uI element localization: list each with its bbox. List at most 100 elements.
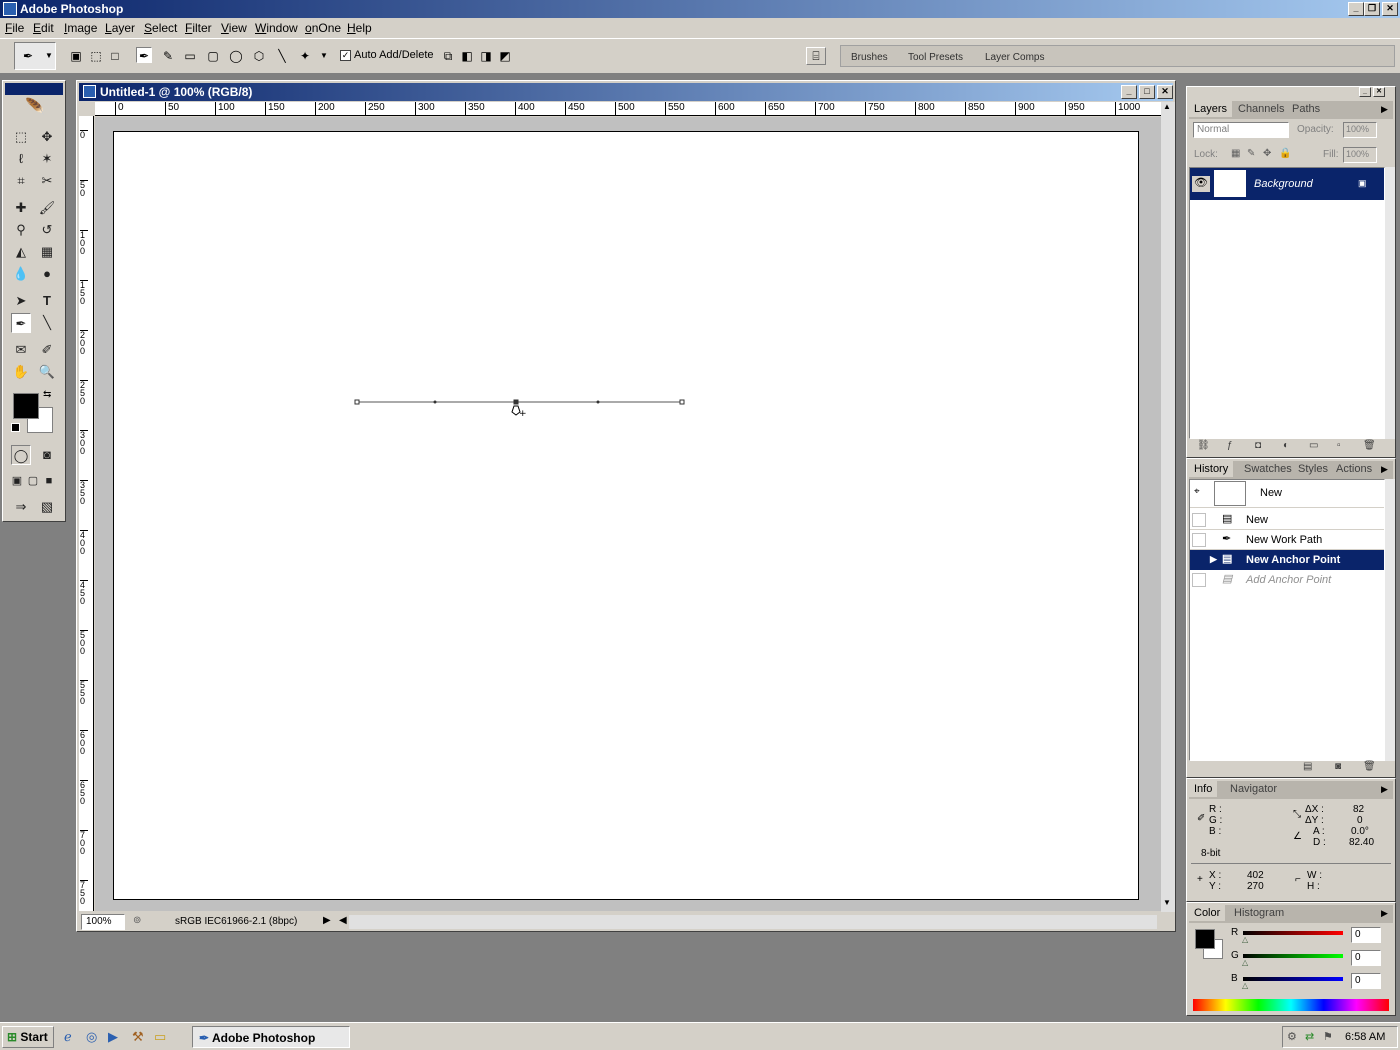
panel-menu-icon[interactable]: ▶ (1381, 908, 1388, 919)
color-foreground-swatch[interactable] (1195, 929, 1215, 949)
move-tool-icon[interactable]: ✥ (37, 127, 57, 147)
vertical-scrollbar[interactable]: ▲ ▼ (1161, 102, 1175, 912)
folder-icon[interactable]: ▭ (154, 1029, 166, 1045)
polygon-icon[interactable]: ⬡ (251, 48, 267, 64)
tab-layers[interactable]: Layers (1189, 101, 1233, 117)
lasso-tool-icon[interactable]: ℓ (11, 149, 31, 169)
tab-color[interactable]: Color (1189, 905, 1226, 921)
menu-help[interactable]: Help (347, 21, 372, 35)
well-tab-brushes[interactable]: Brushes (851, 52, 888, 63)
dodge-tool-icon[interactable]: ● (37, 264, 57, 284)
tray-icon-2[interactable]: ⚑ (1323, 1030, 1333, 1043)
restore-button[interactable]: ❐ (1364, 2, 1380, 16)
outlook-icon[interactable]: ◎ (86, 1029, 97, 1045)
tab-styles[interactable]: Styles (1293, 461, 1333, 477)
link-layers-icon[interactable]: ⛓ (1197, 440, 1210, 451)
lock-all-icon[interactable]: 🔒 (1279, 148, 1291, 159)
lock-transparency-icon[interactable]: ▦ (1231, 148, 1240, 159)
menu-image[interactable]: Image (64, 21, 97, 35)
layer-row-background[interactable]: 👁 Background ▣ (1190, 168, 1384, 200)
pen-icon[interactable]: ✒ (136, 47, 152, 63)
scroll-up-icon[interactable]: ▲ (1163, 102, 1171, 111)
healing-brush-tool-icon[interactable]: ✚ (11, 198, 31, 218)
slice-tool-icon[interactable]: ✂ (37, 171, 57, 191)
standard-mode-icon[interactable]: ◯ (11, 445, 31, 465)
scroll-left-icon[interactable]: ◀ (339, 915, 347, 926)
menu-filter[interactable]: Filter (185, 21, 212, 35)
panel-menu-icon[interactable]: ▶ (1381, 784, 1388, 795)
eye-icon[interactable]: 👁 (1192, 176, 1210, 192)
tab-history[interactable]: History (1189, 461, 1234, 477)
layer-mask-icon[interactable]: ◘ (1255, 440, 1261, 451)
menu-select[interactable]: Select (144, 21, 177, 35)
panel-minimize-button[interactable]: _ (1359, 87, 1371, 97)
screen-mode-standard-icon[interactable]: ▣ (9, 471, 25, 491)
exclude-shape-icon[interactable]: ◩ (497, 48, 513, 64)
brush-tool-icon[interactable]: 🖌 (37, 198, 57, 218)
line-tool-icon[interactable]: ╲ (37, 313, 57, 333)
hand-tool-icon[interactable]: ✋ (11, 362, 31, 382)
default-colors-icon[interactable] (11, 423, 20, 432)
canvas[interactable]: + (113, 131, 1139, 900)
close-button[interactable]: ✕ (1382, 2, 1398, 16)
well-tab-tool-presets[interactable]: Tool Presets (908, 52, 963, 63)
jump-to-imageready-icon[interactable]: ⇒ (11, 497, 31, 517)
notes-tool-icon[interactable]: ✉ (11, 340, 31, 360)
history-scrollbar[interactable] (1385, 479, 1395, 761)
tray-icon[interactable]: ⚙ (1287, 1030, 1297, 1043)
tray-network-icon[interactable]: ⇄ (1305, 1030, 1314, 1043)
trash-icon[interactable]: 🗑 (1363, 440, 1376, 451)
lock-position-icon[interactable]: ✥ (1263, 148, 1271, 159)
line-icon[interactable]: ╲ (274, 48, 290, 64)
create-snapshot-icon[interactable]: ◙ (1335, 761, 1341, 772)
shortcut-icon[interactable]: ⚒ (132, 1029, 144, 1045)
green-slider[interactable] (1243, 954, 1343, 958)
tab-channels[interactable]: Channels (1233, 101, 1289, 117)
menu-file[interactable]: File (5, 21, 24, 35)
slider-thumb-icon[interactable]: △ (1242, 958, 1248, 967)
green-value-field[interactable]: 0 (1351, 950, 1381, 966)
new-group-icon[interactable]: ▭ (1309, 440, 1318, 451)
tab-paths[interactable]: Paths (1287, 101, 1325, 117)
foreground-color-swatch[interactable] (13, 393, 39, 419)
well-tab-layer-comps[interactable]: Layer Comps (985, 52, 1044, 63)
ellipse-icon[interactable]: ◯ (228, 48, 244, 64)
clone-stamp-tool-icon[interactable]: ⚲ (11, 220, 31, 240)
blue-value-field[interactable]: 0 (1351, 973, 1381, 989)
taskbar-task-photoshop[interactable]: ✒ Adobe Photoshop (192, 1026, 350, 1048)
start-button[interactable]: ⊞ Start (2, 1026, 54, 1048)
rectangle-icon[interactable]: ▭ (182, 48, 198, 64)
new-layer-icon[interactable]: ▫ (1337, 440, 1341, 451)
palette-toggle-icon[interactable]: ⌸ (806, 47, 826, 65)
paths-mode-icon[interactable]: ⬚ (88, 48, 104, 64)
doc-minimize-button[interactable]: _ (1121, 85, 1137, 99)
history-item[interactable]: ✒ New Work Path (1190, 530, 1384, 550)
red-slider[interactable] (1243, 931, 1343, 935)
trash-icon[interactable]: 🗑 (1363, 761, 1376, 772)
tab-actions[interactable]: Actions (1331, 461, 1377, 477)
tab-swatches[interactable]: Swatches (1239, 461, 1297, 477)
scroll-down-icon[interactable]: ▼ (1163, 898, 1171, 907)
pen-tool-icon[interactable]: ✒ (11, 313, 31, 333)
fill-pixels-icon[interactable]: □ (107, 48, 123, 64)
auto-add-delete-checkbox[interactable]: ✓ (340, 50, 351, 61)
menu-window[interactable]: Window (255, 21, 298, 35)
chevron-down-icon[interactable]: ▼ (316, 48, 332, 64)
opacity-field[interactable]: 100% (1343, 122, 1377, 138)
freeform-pen-icon[interactable]: ✎ (160, 48, 176, 64)
marquee-tool-icon[interactable]: ⬚ (11, 127, 31, 147)
doc-close-button[interactable]: ✕ (1157, 85, 1173, 99)
swap-colors-icon[interactable]: ⇆ (43, 389, 51, 400)
color-ramp[interactable] (1193, 999, 1389, 1011)
history-item[interactable]: ▤ New (1190, 510, 1384, 530)
menu-onone[interactable]: onOne (305, 21, 341, 35)
zoom-tool-icon[interactable]: 🔍 (37, 362, 57, 382)
adjustment-layer-icon[interactable]: ◐ (1283, 440, 1289, 451)
eyedropper-tool-icon[interactable]: ✐ (37, 340, 57, 360)
lock-pixels-icon[interactable]: ✎ (1247, 148, 1255, 159)
layer-style-icon[interactable]: ƒ (1227, 440, 1233, 451)
subtract-shape-icon[interactable]: ◧ (459, 48, 475, 64)
blend-mode-select[interactable]: Normal (1193, 122, 1289, 138)
magic-wand-tool-icon[interactable]: ✶ (37, 149, 57, 169)
tab-info[interactable]: Info (1189, 781, 1218, 797)
